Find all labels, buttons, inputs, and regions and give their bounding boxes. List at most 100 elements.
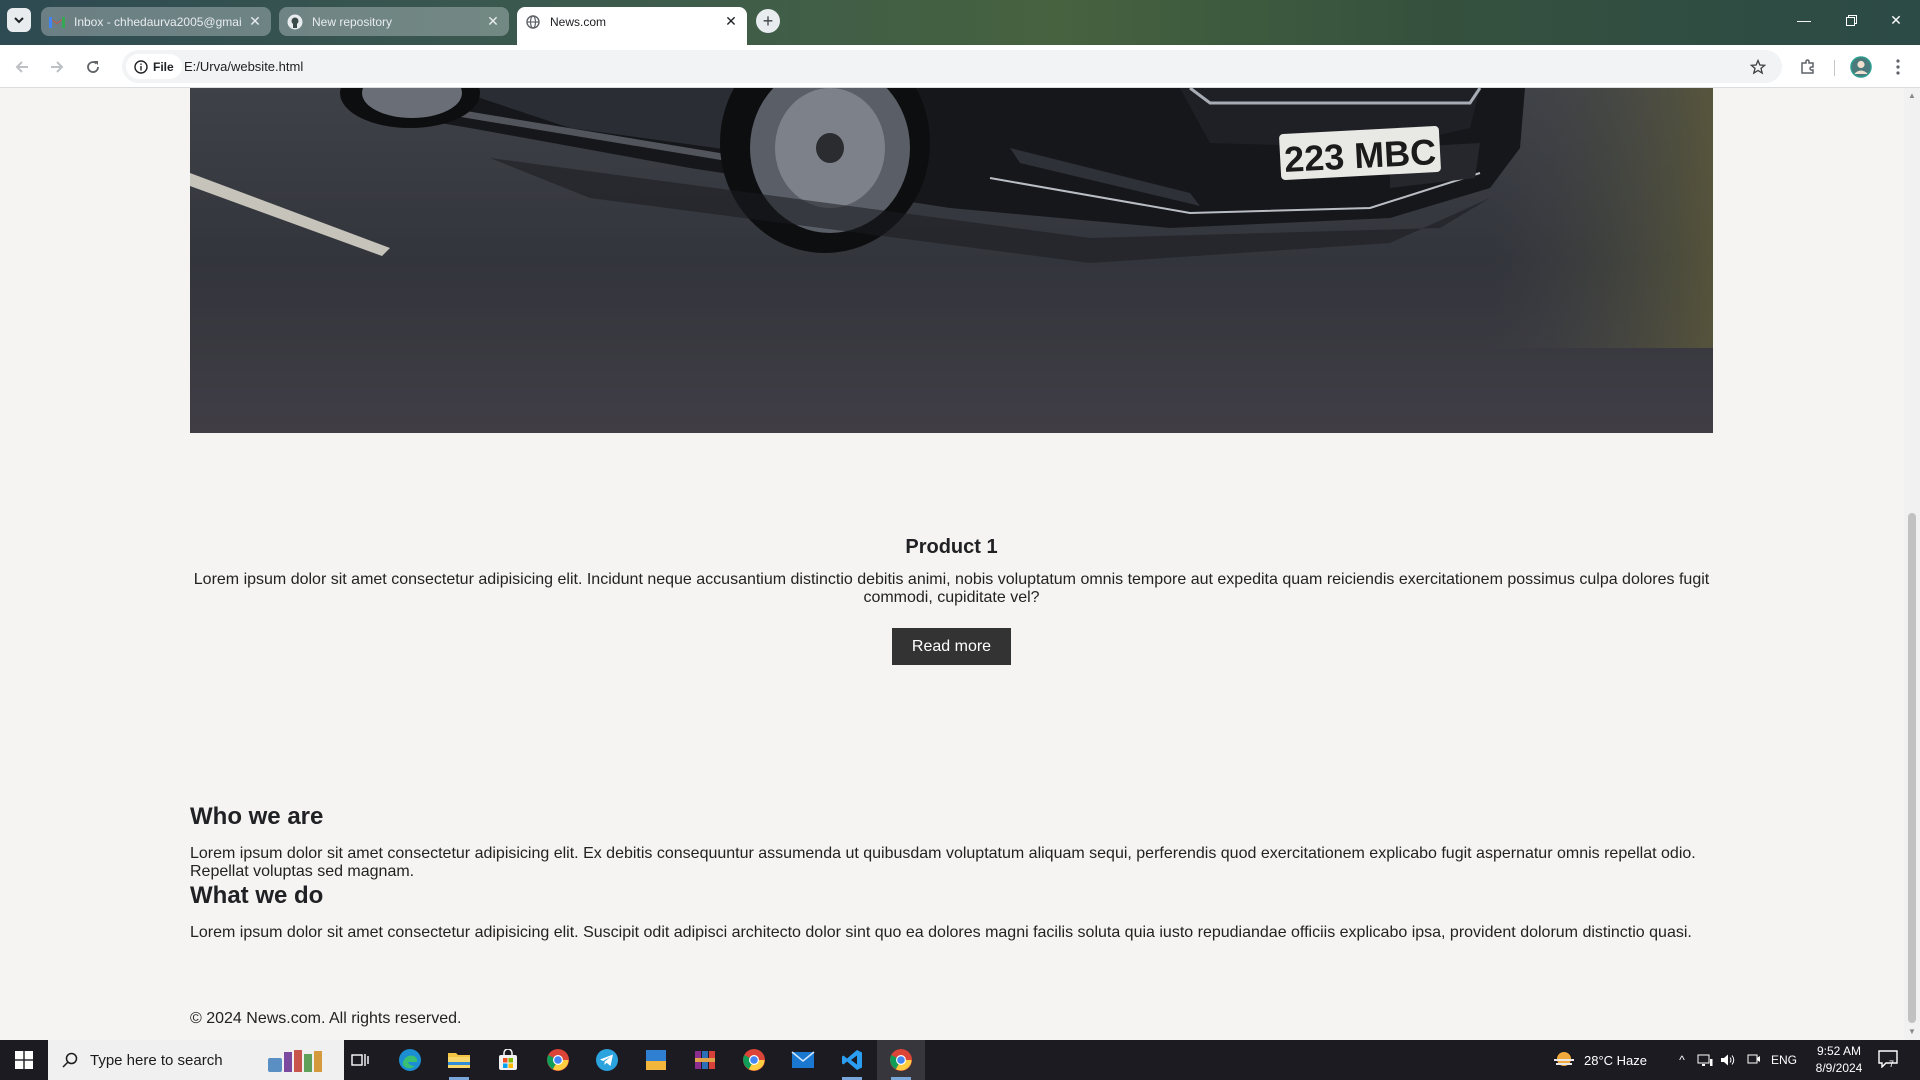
info-icon xyxy=(134,59,148,74)
photos-icon xyxy=(646,1050,666,1070)
taskbar-chrome[interactable] xyxy=(730,1040,778,1080)
scroll-up-icon[interactable]: ▲ xyxy=(1908,92,1916,100)
page-scrollbar[interactable]: ▲ ▼ xyxy=(1904,88,1920,1040)
browser-toolbar: File E:/Urva/website.html xyxy=(0,45,1920,88)
globe-icon xyxy=(525,14,541,30)
task-view-icon xyxy=(351,1054,369,1066)
meet-now-icon[interactable] xyxy=(1746,1052,1762,1068)
extensions-button[interactable] xyxy=(1796,55,1820,79)
minimize-icon: — xyxy=(1797,12,1811,28)
haze-sun-icon xyxy=(1554,1052,1574,1066)
windows-taskbar: Type here to search 28°C Haze ^ ENG 9:52… xyxy=(0,1040,1920,1080)
plus-icon: + xyxy=(762,10,774,31)
about-section: Who we are Lorem ipsum dolor sit amet co… xyxy=(190,803,1713,942)
product-description: Lorem ipsum dolor sit amet consectetur a… xyxy=(193,571,1710,606)
chrome-icon xyxy=(547,1049,569,1071)
site-info-chip[interactable]: File xyxy=(126,54,182,79)
tab-search-button[interactable] xyxy=(7,8,31,32)
chrome-icon xyxy=(743,1049,765,1071)
profile-button[interactable] xyxy=(1849,55,1873,79)
arrow-left-icon xyxy=(15,61,28,73)
notification-icon xyxy=(1878,1050,1898,1069)
taskbar-vscode[interactable] xyxy=(828,1040,876,1080)
avatar-icon xyxy=(1850,56,1872,78)
restore-icon xyxy=(1845,14,1857,26)
reload-icon xyxy=(87,61,99,73)
start-button[interactable] xyxy=(0,1040,48,1080)
read-more-button[interactable]: Read more xyxy=(891,628,1012,665)
hero-image: 223 MBC xyxy=(190,88,1713,433)
copyright-text: © 2024 News.com. All rights reserved. xyxy=(190,1010,462,1027)
tab-title: News.com xyxy=(550,14,607,29)
scrollbar-thumb[interactable] xyxy=(1908,513,1916,1023)
volume-icon[interactable] xyxy=(1720,1052,1736,1068)
taskbar-store[interactable] xyxy=(484,1040,532,1080)
mail-icon xyxy=(791,1051,815,1068)
language-indicator[interactable]: ENG xyxy=(1771,1053,1797,1067)
tab-inbox[interactable]: Inbox - chhedaurva2005@gmail.com ✕ xyxy=(41,7,271,36)
taskbar-app-blue[interactable] xyxy=(632,1040,680,1080)
tab-news[interactable]: News.com ✕ xyxy=(517,7,747,45)
arrow-right-icon xyxy=(51,61,64,73)
network-icon[interactable] xyxy=(1697,1052,1713,1068)
search-highlight-icon xyxy=(268,1050,322,1072)
close-icon[interactable]: ✕ xyxy=(723,13,739,30)
close-window-button[interactable]: ✕ xyxy=(1886,10,1906,30)
folder-icon xyxy=(448,1053,470,1068)
close-icon[interactable]: ✕ xyxy=(247,13,263,30)
address-bar[interactable]: File E:/Urva/website.html xyxy=(122,50,1782,83)
product-title: Product 1 xyxy=(905,536,998,558)
search-icon xyxy=(62,1052,78,1068)
taskbar-app-winrar[interactable] xyxy=(681,1040,729,1080)
page-viewport: 223 MBC Product 1 Lorem ipsum dolor sit … xyxy=(0,88,1904,1040)
taskbar-search-box[interactable]: Type here to search xyxy=(48,1040,344,1080)
clock-date[interactable]: 8/9/2024 xyxy=(1812,1061,1866,1075)
windows-icon xyxy=(15,1051,33,1069)
edge-icon xyxy=(399,1049,421,1071)
weather-text[interactable]: 28°C Haze xyxy=(1584,1053,1647,1068)
tab-new-repository[interactable]: New repository ✕ xyxy=(279,7,509,36)
url-text[interactable]: E:/Urva/website.html xyxy=(184,59,303,74)
archive-icon xyxy=(695,1051,715,1069)
who-we-are-text: Lorem ipsum dolor sit amet consectetur a… xyxy=(190,845,1696,880)
search-placeholder: Type here to search xyxy=(90,1051,223,1069)
chrome-icon xyxy=(890,1049,912,1071)
taskbar-file-explorer[interactable] xyxy=(435,1040,483,1080)
back-button[interactable] xyxy=(10,55,34,79)
notification-count: 7 xyxy=(1889,1059,1895,1069)
reload-button[interactable] xyxy=(81,55,105,79)
what-we-do-text: Lorem ipsum dolor sit amet consectetur a… xyxy=(190,924,1692,941)
taskbar-mail[interactable] xyxy=(779,1040,827,1080)
page-footer: Home About us Policies Contact us © 2024… xyxy=(190,998,1713,1027)
browser-tab-bar: Inbox - chhedaurva2005@gmail.com ✕ New r… xyxy=(0,0,1920,45)
minimize-button[interactable]: — xyxy=(1794,10,1814,30)
taskbar-edge[interactable] xyxy=(386,1040,434,1080)
scroll-down-icon[interactable]: ▼ xyxy=(1908,1028,1916,1036)
taskbar-telegram[interactable] xyxy=(583,1040,631,1080)
chevron-down-icon xyxy=(14,17,24,24)
browser-menu-button[interactable] xyxy=(1886,55,1910,79)
clock-time[interactable]: 9:52 AM xyxy=(1812,1044,1866,1058)
store-icon xyxy=(499,1049,517,1070)
task-view-button[interactable] xyxy=(336,1040,384,1080)
license-plate-text: 223 MBC xyxy=(1283,131,1437,180)
weather-widget[interactable] xyxy=(1552,1050,1576,1070)
gmail-icon xyxy=(49,14,65,30)
forward-button[interactable] xyxy=(45,55,69,79)
tab-title: New repository xyxy=(312,14,393,29)
restore-button[interactable] xyxy=(1841,10,1861,30)
who-we-are-heading: Who we are xyxy=(190,803,324,830)
bookmark-button[interactable] xyxy=(1748,57,1768,77)
close-icon: ✕ xyxy=(1890,11,1902,28)
taskbar-chrome-active[interactable] xyxy=(877,1040,925,1080)
new-tab-button[interactable]: + xyxy=(756,9,780,33)
github-icon xyxy=(287,14,303,30)
puzzle-icon xyxy=(1801,59,1814,74)
taskbar-chrome-profile[interactable] xyxy=(534,1040,582,1080)
toolbar-divider xyxy=(1834,60,1835,76)
notification-center-button[interactable]: 7 xyxy=(1878,1050,1900,1072)
chevron-up-icon[interactable]: ^ xyxy=(1674,1052,1690,1068)
close-icon[interactable]: ✕ xyxy=(485,13,501,30)
tab-title: Inbox - chhedaurva2005@gmail.com xyxy=(74,14,241,29)
star-icon xyxy=(1750,59,1766,75)
